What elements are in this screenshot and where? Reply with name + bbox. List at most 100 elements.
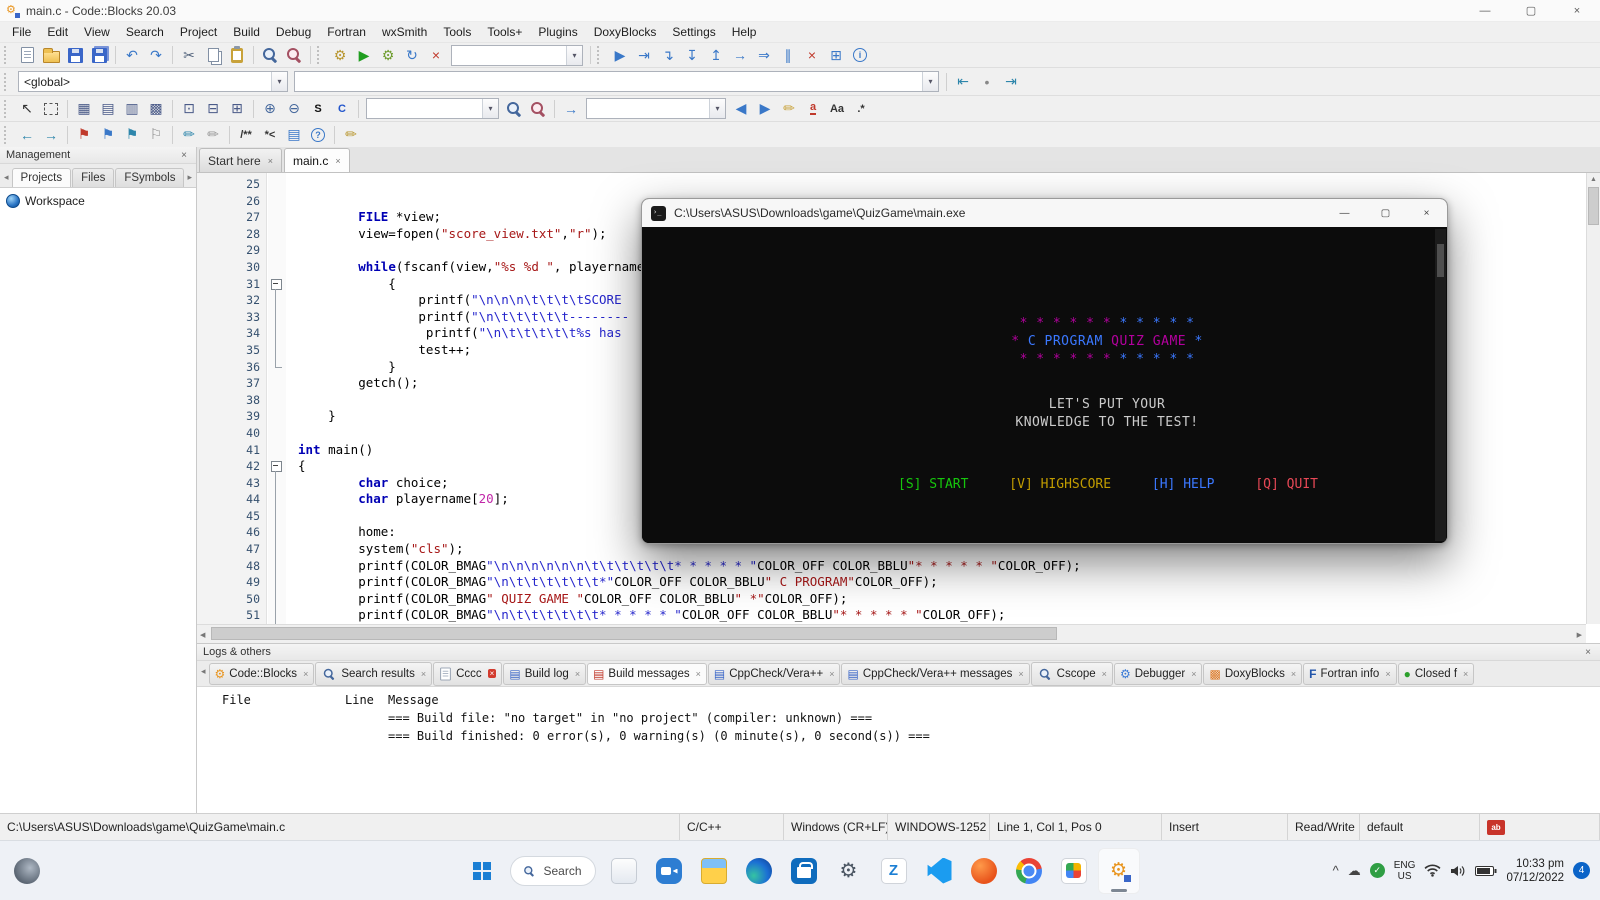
rebuild-button[interactable]: ↻ [400, 44, 424, 66]
log-tab-close-cppcheck-vera-plus-plus[interactable]: × [829, 669, 834, 679]
code-line-51[interactable]: 51 printf(COLOR_BMAG"\n\t\t\t\t\t\t* * *… [197, 607, 1586, 624]
line-number-42[interactable]: 42 [197, 458, 267, 475]
next-bookmark-button[interactable]: ⚑ [120, 124, 144, 146]
line-number-38[interactable]: 38 [197, 392, 267, 409]
console-output[interactable]: * * * * * * * * * * ** C PROGRAM QUIZ GA… [642, 227, 1447, 543]
step-into-button[interactable]: ↧ [680, 44, 704, 66]
jump-clear-button[interactable]: • [975, 71, 999, 93]
code-line-25[interactable]: 25 [197, 176, 1586, 193]
menu-item-project[interactable]: Project [172, 22, 225, 42]
menu-item-plugins[interactable]: Plugins [530, 22, 585, 42]
log-tab-search-results[interactable]: Search results× [315, 662, 432, 686]
start-button[interactable] [461, 848, 503, 894]
log-tab-code-blocks[interactable]: ⚙Code::Blocks× [209, 663, 315, 685]
run-button[interactable]: ▶ [352, 44, 376, 66]
taskbar-edge[interactable] [738, 848, 780, 894]
incsearch-find-button[interactable] [502, 98, 526, 120]
language-indicator[interactable]: ENG US [1394, 860, 1416, 882]
zoom-in-button[interactable]: ⊕ [258, 98, 282, 120]
doxy-extract-button[interactable]: ▤ [282, 124, 306, 146]
toolbar-grip[interactable] [4, 100, 12, 118]
line-number-51[interactable]: 51 [197, 607, 267, 624]
line-number-39[interactable]: 39 [197, 408, 267, 425]
replace-button[interactable] [282, 44, 306, 66]
search-next-button[interactable]: ▶ [753, 98, 777, 120]
editor-tab-start-here[interactable]: Start here× [199, 148, 282, 172]
nav-forward-button[interactable]: → [39, 124, 63, 146]
tray-cloud-icon[interactable]: ☁ [1348, 863, 1361, 879]
volume-icon[interactable] [1450, 864, 1466, 878]
line-number-47[interactable]: 47 [197, 541, 267, 558]
log-tab-close-code-blocks[interactable]: × [303, 669, 308, 679]
save-button[interactable] [63, 44, 87, 66]
line-number-35[interactable]: 35 [197, 342, 267, 359]
taskbar-teams-chat[interactable] [648, 848, 690, 894]
line-number-32[interactable]: 32 [197, 292, 267, 309]
stop-debugger-button[interactable]: × [800, 44, 824, 66]
log-tab-close-closed-f[interactable]: × [1463, 669, 1468, 679]
line-number-28[interactable]: 28 [197, 226, 267, 243]
window-maximize-button[interactable]: ▢ [1508, 0, 1554, 22]
selected-only-button[interactable]: a [801, 98, 825, 120]
line-number-34[interactable]: 34 [197, 325, 267, 342]
debug-info-button[interactable]: i [848, 44, 872, 66]
wifi-icon[interactable] [1424, 864, 1441, 877]
paste-button[interactable] [225, 44, 249, 66]
window-close-button[interactable]: × [1554, 0, 1600, 22]
line-number-44[interactable]: 44 [197, 491, 267, 508]
toggle-bookmark-button[interactable]: ⚑ [72, 124, 96, 146]
doxy-block-comment-button[interactable]: /** [234, 124, 258, 146]
wxsmith-source-button[interactable]: S [306, 98, 330, 120]
log-tab-close-search-results[interactable]: × [421, 669, 426, 679]
toolbar-grip[interactable] [4, 126, 12, 144]
menu-item-fortran[interactable]: Fortran [319, 22, 374, 42]
wxsmith-columns-button[interactable]: ▥ [120, 98, 144, 120]
line-number-50[interactable]: 50 [197, 591, 267, 608]
taskbar-app-orange[interactable] [963, 848, 1005, 894]
line-number-37[interactable]: 37 [197, 375, 267, 392]
build-button[interactable]: ⚙ [328, 44, 352, 66]
highlight-toggle-button[interactable]: ✏ [777, 98, 801, 120]
vertical-scroll-thumb[interactable] [1588, 187, 1599, 225]
menu-item-view[interactable]: View [76, 22, 118, 42]
save-all-button[interactable] [87, 44, 111, 66]
line-number-40[interactable]: 40 [197, 425, 267, 442]
spellcheck-icon[interactable]: ab [1487, 820, 1505, 835]
menu-item-debug[interactable]: Debug [268, 22, 319, 42]
console-menu-quit[interactable]: [Q] QUIT [1255, 477, 1318, 492]
log-tab-fortran-info[interactable]: FFortran info× [1303, 663, 1396, 685]
function-select[interactable]: ▾ [294, 71, 939, 92]
build-and-run-button[interactable]: ⚙ [376, 44, 400, 66]
format-source-button[interactable]: ✏ [177, 124, 201, 146]
nav-back-button[interactable]: ← [15, 124, 39, 146]
console-close-button[interactable]: × [1406, 199, 1447, 227]
mgmt-tab-fsymbols[interactable]: FSymbols [115, 168, 184, 187]
wxsmith-pointer-button[interactable]: ↖ [15, 98, 39, 120]
toolbar-grip[interactable] [597, 46, 605, 64]
console-titlebar[interactable]: ›_ C:\Users\ASUS\Downloads\game\QuizGame… [642, 199, 1447, 227]
scroll-right-arrow[interactable]: ▶ [1577, 631, 1582, 639]
console-menu-highscore[interactable]: [V] HIGHSCORE [1009, 477, 1111, 492]
line-number-48[interactable]: 48 [197, 558, 267, 575]
scope-select[interactable]: <global>▾ [18, 71, 288, 92]
taskbar-settings[interactable]: ⚙ [828, 848, 870, 894]
logs-close-button[interactable]: × [1582, 647, 1594, 658]
console-menu-help[interactable]: [H] HELP [1152, 477, 1215, 492]
clear-bookmarks-button[interactable]: ⚐ [144, 124, 168, 146]
window-minimize-button[interactable]: — [1462, 0, 1508, 22]
taskbar-clock[interactable]: 10:33 pm 07/12/2022 [1506, 857, 1564, 885]
style-button[interactable]: ✏ [201, 124, 225, 146]
menu-item-tools[interactable]: Tools [435, 22, 479, 42]
redo-button[interactable]: ↷ [144, 44, 168, 66]
taskbar-vscode[interactable] [918, 848, 960, 894]
step-into-instruction-button[interactable]: ⇒ [752, 44, 776, 66]
editor-tab-close-main-c[interactable]: × [335, 156, 340, 166]
editor-vertical-scrollbar[interactable]: ▲ [1586, 173, 1600, 624]
console-maximize-button[interactable]: ▢ [1365, 199, 1406, 227]
wxsmith-window1-button[interactable]: ⊡ [177, 98, 201, 120]
log-tab-close-cscope[interactable]: × [1102, 669, 1107, 679]
line-number-25[interactable]: 25 [197, 176, 267, 193]
code-line-50[interactable]: 50 printf(COLOR_BMAG" QUIZ GAME "COLOR_O… [197, 591, 1586, 608]
line-number-31[interactable]: 31 [197, 276, 267, 293]
line-number-46[interactable]: 46 [197, 524, 267, 541]
